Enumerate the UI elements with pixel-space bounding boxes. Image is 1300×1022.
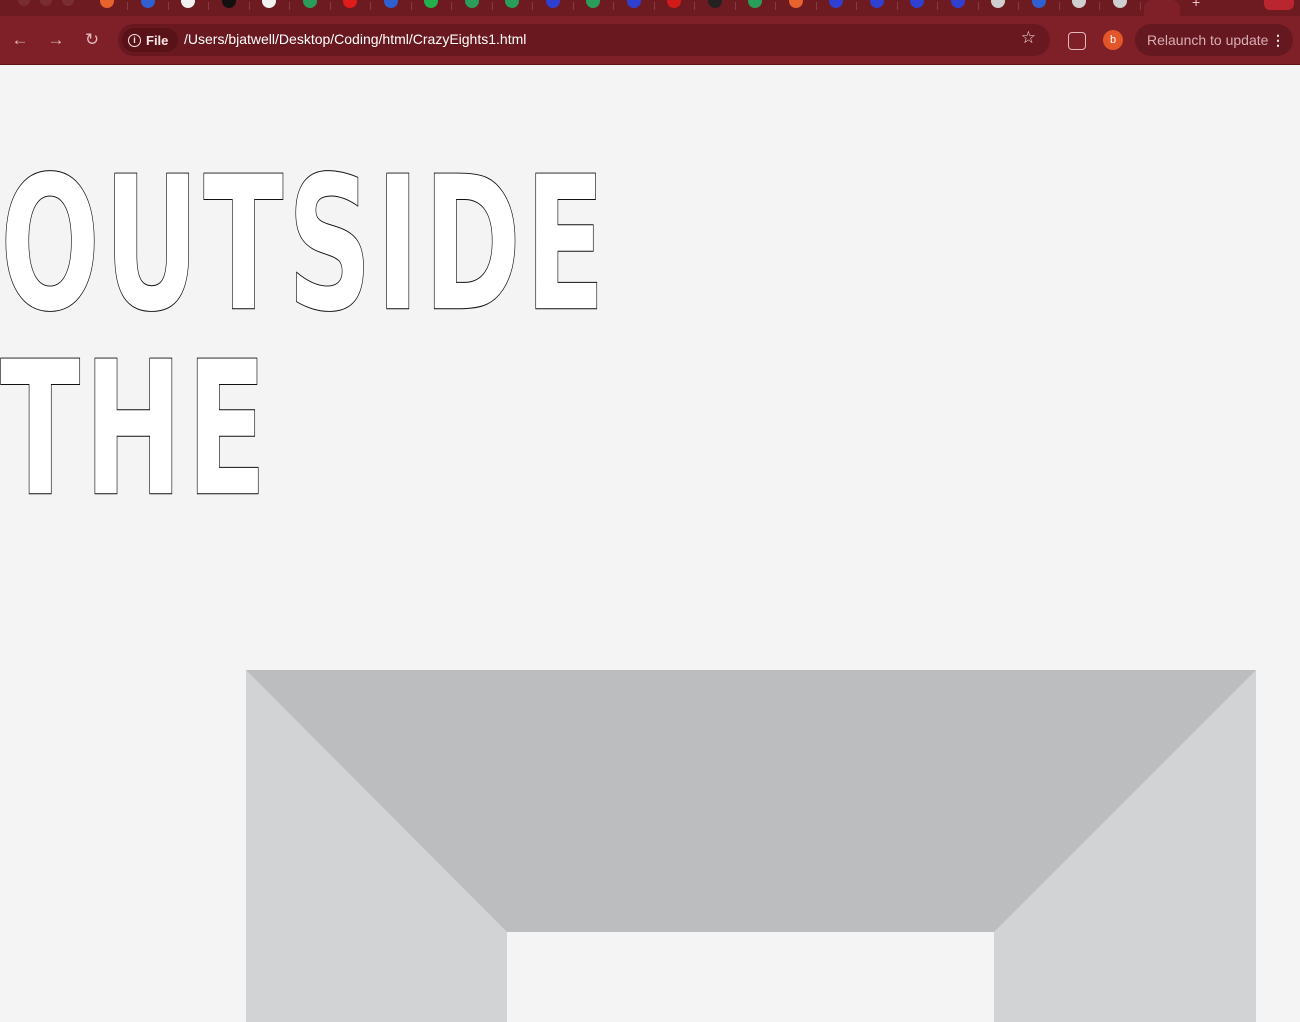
info-icon: i — [128, 33, 141, 47]
tab-favicon[interactable] — [343, 0, 357, 8]
relaunch-label: Relaunch to update — [1147, 32, 1269, 48]
tab-favicon[interactable] — [505, 0, 519, 8]
tab-favicon[interactable] — [1031, 0, 1046, 8]
tab-favicon[interactable] — [383, 0, 398, 8]
bookmark-star-icon[interactable]: ☆ — [1021, 28, 1036, 48]
tab-separator — [734, 2, 736, 10]
heading-line-1: OUTSIDE — [0, 136, 610, 353]
tab-favicon[interactable] — [788, 0, 803, 8]
new-tab-icon[interactable]: + — [1192, 0, 1200, 10]
tab-favicon[interactable] — [140, 0, 155, 8]
perspective-frame — [246, 670, 1256, 1022]
tab-separator — [613, 2, 614, 10]
tab-favicon[interactable] — [221, 0, 236, 8]
tab-favicon[interactable] — [181, 0, 195, 8]
tab-favicon[interactable] — [262, 0, 276, 8]
tab-separator — [370, 2, 371, 10]
tab-separator — [329, 2, 331, 10]
tab-favicon[interactable] — [626, 0, 641, 8]
tab-separator — [491, 2, 493, 10]
maximize-window-button[interactable] — [62, 0, 74, 6]
address-bar[interactable]: i File /Users/bjatwell/Desktop/Coding/ht… — [118, 24, 1050, 56]
tab-strip: + — [0, 0, 1300, 16]
minimize-window-button[interactable] — [40, 0, 52, 6]
url-text[interactable]: /Users/bjatwell/Desktop/Coding/html/Craz… — [184, 31, 526, 47]
tab-favicon[interactable] — [424, 0, 438, 8]
extensions-icon[interactable] — [1068, 32, 1086, 50]
tab-separator — [127, 2, 128, 10]
tab-favicon[interactable] — [748, 0, 762, 8]
tab-separator — [1018, 2, 1019, 10]
tab-separator — [451, 2, 452, 10]
heading-line-2: THE — [0, 321, 271, 538]
tab-favicon[interactable] — [869, 0, 884, 8]
tab-favicon[interactable] — [586, 0, 600, 8]
back-arrow-icon[interactable]: ← — [8, 28, 32, 52]
tab-favicon[interactable] — [991, 0, 1005, 8]
site-chip-label: File — [146, 32, 169, 48]
tab-favicon[interactable] — [1072, 0, 1086, 8]
tab-favicon[interactable] — [829, 0, 843, 8]
reload-icon[interactable]: ↻ — [80, 28, 104, 52]
active-tab[interactable] — [1144, 0, 1180, 16]
tab-favicon[interactable] — [707, 0, 722, 8]
tab-separator — [1139, 2, 1141, 10]
tab-separator — [289, 2, 290, 10]
tab-favicon[interactable] — [910, 0, 924, 8]
relaunch-update-button[interactable]: Relaunch to update ⋮ — [1135, 24, 1293, 56]
tab-separator — [248, 2, 250, 10]
tab-favicon[interactable] — [464, 0, 479, 8]
tab-separator — [1058, 2, 1060, 10]
site-info-chip[interactable]: i File — [122, 28, 179, 52]
tab-separator — [896, 2, 898, 10]
tab-separator — [572, 2, 574, 10]
tab-separator — [653, 2, 655, 10]
tab-favicon[interactable] — [302, 0, 317, 8]
tab-separator — [815, 2, 817, 10]
close-window-button[interactable] — [18, 0, 30, 6]
profile-avatar[interactable]: b — [1103, 30, 1123, 50]
tab-separator — [1099, 2, 1100, 10]
tab-separator — [167, 2, 169, 10]
tab-separator — [937, 2, 938, 10]
tab-separator — [208, 2, 209, 10]
tab-favicon[interactable] — [100, 0, 114, 8]
tab-separator — [694, 2, 695, 10]
forward-arrow-icon[interactable]: → — [44, 28, 68, 52]
tab-separator — [532, 2, 533, 10]
tab-separator — [775, 2, 776, 10]
tab-separator — [856, 2, 857, 10]
tab-search-button[interactable] — [1264, 0, 1294, 10]
tab-favicon[interactable] — [545, 0, 560, 8]
tab-separator — [977, 2, 979, 10]
frame-opening — [507, 932, 994, 1022]
more-menu-icon[interactable]: ⋮ — [1271, 24, 1285, 56]
tab-favicon[interactable] — [1112, 0, 1127, 8]
frame-top-panel — [246, 670, 1256, 932]
tab-favicon[interactable] — [950, 0, 965, 8]
tab-separator — [410, 2, 412, 10]
tab-favicon[interactable] — [667, 0, 681, 8]
